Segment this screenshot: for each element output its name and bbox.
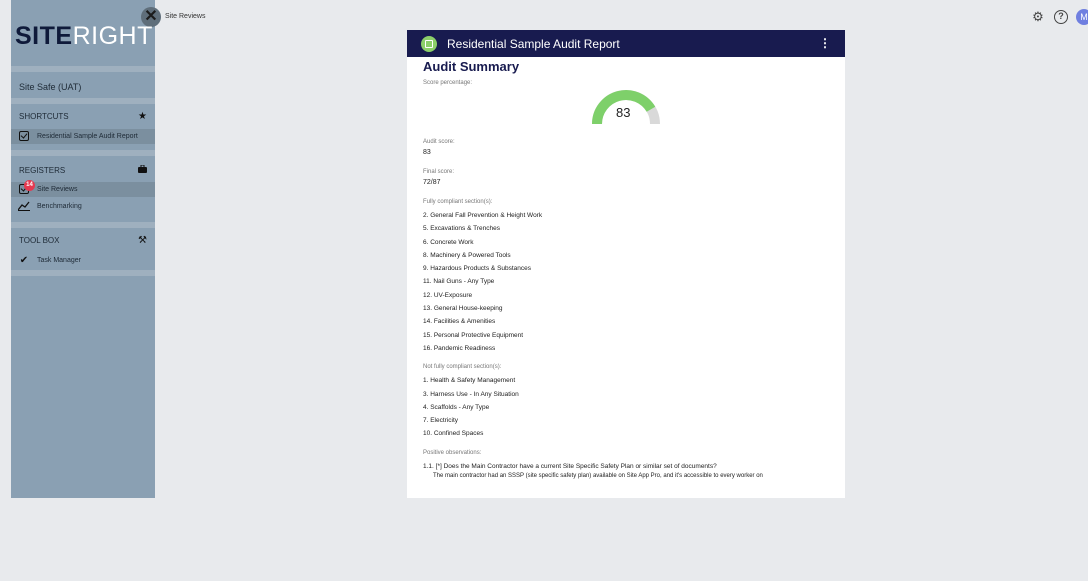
gear-icon[interactable]: ⚙ [1030,9,1046,25]
audit-score-label: Audit score: [423,139,455,145]
report-header: Residential Sample Audit Report ⋮ [407,30,845,57]
audit-summary-heading: Audit Summary [423,59,520,74]
score-gauge: 83 [423,86,829,126]
report-body: Audit Summary Score percentage: 83 Audit… [407,57,845,479]
checkbox-icon [18,130,30,143]
logo-regular: RIGHT [72,22,153,50]
gauge-value: 83 [616,105,631,120]
final-score-label: Final score: [423,169,455,175]
breadcrumb[interactable]: Site Reviews [165,13,205,20]
compliant-label: Fully compliant section(s): [423,199,493,205]
tools-icon: ⚒ [138,235,147,246]
sidebar-item-label: Benchmarking [37,203,82,210]
list-item: 4. Scaffolds - Any Type [423,403,490,411]
not-compliant-block: Not fully compliant section(s): 1. Healt… [423,364,829,440]
list-item: 14. Facilities & Amenities [423,318,496,326]
report-card: Residential Sample Audit Report ⋮ Audit … [407,30,845,498]
sidebar-item-site-reviews[interactable]: 14 Site Reviews [11,179,155,197]
list-item: 16. Pandemic Readiness [423,344,496,352]
registers-label: REGISTERS [19,166,66,175]
positive-block: Positive observations: 1.1. [*] Does the… [423,450,829,479]
notification-badge: 14 [24,179,35,191]
sidebar-item-task-manager[interactable]: ✔ Task Manager [11,253,155,268]
trend-chart-icon [17,201,30,213]
logo-bold: SITE [15,22,73,50]
positive-answer: The main contractor had an SSSP (site sp… [433,473,763,480]
star-icon[interactable]: ★ [138,111,147,122]
help-icon[interactable]: ? [1054,10,1068,24]
sidebar-item-label: Task Manager [37,257,81,264]
list-item: 1. Health & Safety Management [423,377,516,385]
checkbox-icon: 14 [18,179,35,196]
list-item: 5. Excavations & Trenches [423,225,500,233]
report-title: Residential Sample Audit Report [447,36,620,51]
toolbox-heading: TOOL BOX ⚒ [19,235,147,246]
compliant-list: 2. General Fall Prevention & Height Work… [423,209,829,355]
final-score-block: Final score: 72/87 [423,169,829,186]
list-item: 8. Machinery & Powered Tools [423,251,511,259]
report-check-icon [421,35,437,52]
toolbox-label: TOOL BOX [19,236,60,245]
list-item: 7. Electricity [423,417,459,425]
shortcuts-heading: SHORTCUTS ★ [19,111,147,122]
compliant-block: Fully compliant section(s): 2. General F… [423,199,829,355]
siteright-logo: SITERIGHT [15,22,153,51]
divider [11,98,155,104]
shortcut-label: Residential Sample Audit Report [37,133,138,140]
list-item: 3. Harness Use - In Any Situation [423,390,519,398]
divider [11,222,155,228]
sidebar: ✕ SITERIGHT Site Safe (UAT) SHORTCUTS ★ … [11,0,161,498]
registers-heading: REGISTERS [19,164,147,176]
list-item: 15. Personal Protective Equipment [423,331,524,339]
list-item: 11. Nail Guns - Any Type [423,278,495,286]
divider [11,66,155,72]
list-item: 2. General Fall Prevention & Height Work [423,212,543,219]
shortcut-item-residential-audit[interactable]: Residential Sample Audit Report [11,129,155,144]
list-item: 10. Confined Spaces [423,430,484,438]
positive-label: Positive observations: [423,449,482,456]
briefcase-icon [138,164,147,176]
top-toolbar: ⚙ ? M [1030,9,1088,25]
list-item: 9. Hazardous Products & Substances [423,265,532,273]
not-compliant-list: 1. Health & Safety Management 3. Harness … [423,374,829,440]
shortcuts-label: SHORTCUTS [19,112,69,121]
organization-label[interactable]: Site Safe (UAT) [19,82,81,92]
list-item: 12. UV-Exposure [423,291,473,299]
avatar[interactable]: M [1076,9,1088,25]
list-item: 6. Concrete Work [423,238,474,246]
audit-score-value: 83 [423,149,431,156]
more-options-icon[interactable]: ⋮ [819,36,831,50]
list-item: 13. General House-keeping [423,305,503,313]
divider [11,270,155,276]
sidebar-item-benchmarking[interactable]: Benchmarking [11,199,155,214]
final-score-value: 72/87 [423,179,441,186]
audit-score-block: Audit score: 83 [423,139,829,156]
positive-observation: 1.1. [*] Does the Main Contractor have a… [423,462,717,470]
sidebar-item-label: Site Reviews [37,186,78,193]
not-compliant-label: Not fully compliant section(s): [423,364,502,371]
checkmark-icon: ✔ [19,254,29,266]
divider [11,150,155,156]
